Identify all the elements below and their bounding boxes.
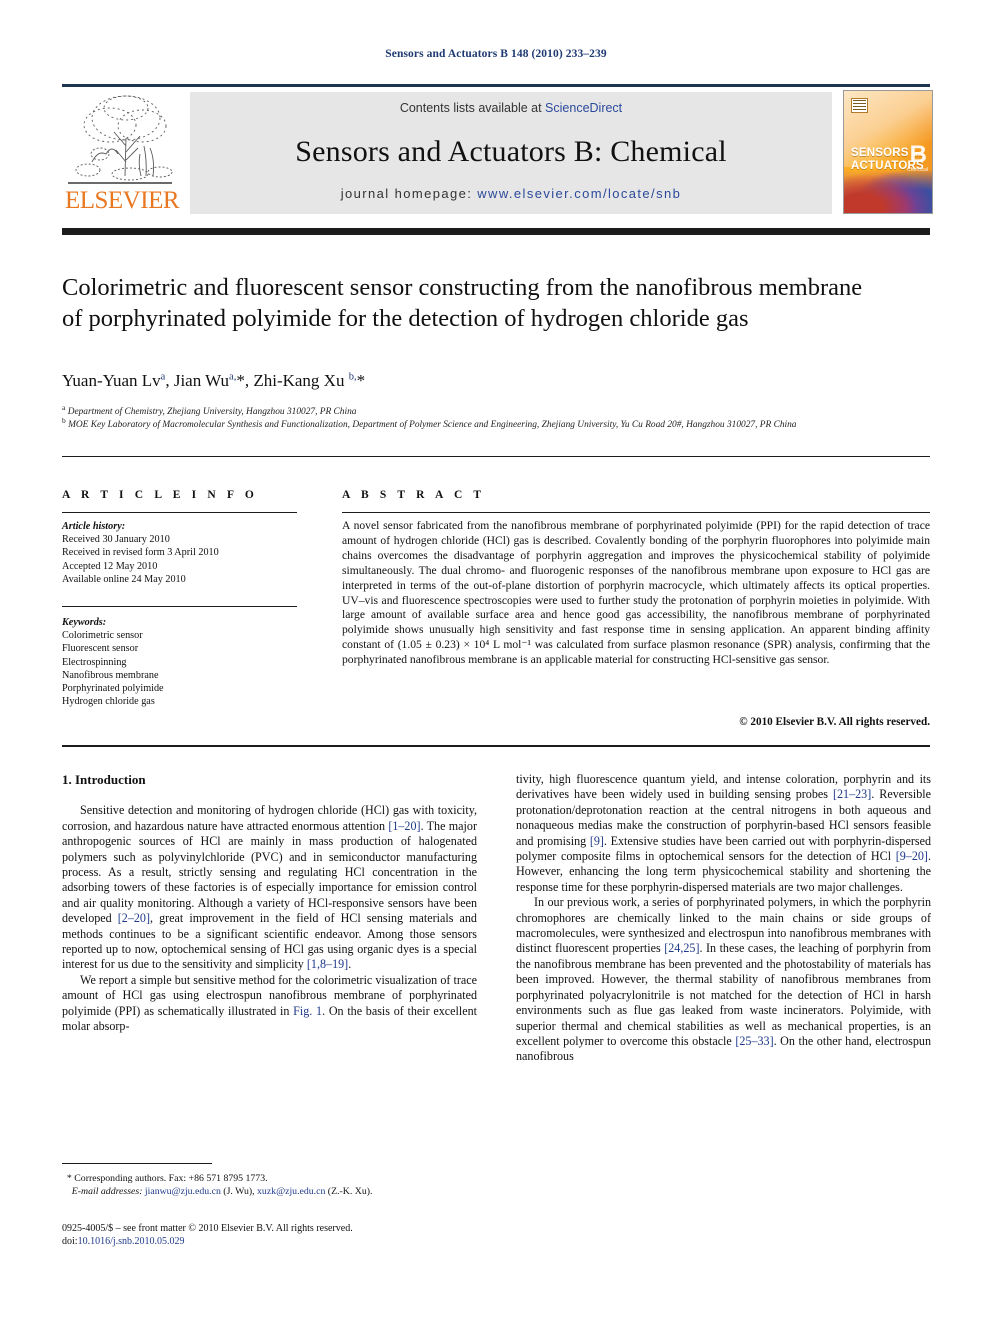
inline-reference[interactable]: [1,8–19] (307, 957, 348, 971)
footnote-rule (62, 1163, 212, 1164)
history-label: Article history: (62, 521, 126, 532)
keywords-rule (62, 606, 297, 607)
email-link[interactable]: xuzk@zju.edu.cn (257, 1186, 325, 1197)
inline-reference[interactable]: [9] (590, 834, 604, 848)
body-paragraph: We report a simple but sensitive method … (62, 972, 477, 1034)
body-paragraph: tivity, high fluorescence quantum yield,… (516, 772, 931, 894)
homepage-label: journal homepage: (340, 186, 478, 201)
author-list: Yuan-Yuan Lva, Jian Wua,*, Zhi-Kang Xu b… (62, 371, 366, 390)
inline-reference[interactable]: [2–20] (118, 911, 150, 925)
left-paragraphs: Sensitive detection and monitoring of hy… (62, 803, 477, 1034)
keywords-block: Keywords: Colorimetric sensor Fluorescent … (62, 616, 307, 708)
keyword-item: Nanofibrous membrane (62, 669, 159, 681)
inline-reference[interactable]: [24,25] (664, 941, 699, 955)
article-info-rule (62, 512, 297, 513)
elsevier-wordmark: ELSEVIER (64, 187, 180, 214)
cover-series-sublabel: Chemical (907, 167, 928, 173)
logo-baseline (68, 182, 172, 184)
paper-page: Sensors and Actuators B 148 (2010) 233–2… (0, 0, 992, 1323)
authors-divider (62, 456, 930, 457)
footnote-marker: * (66, 1173, 72, 1184)
doi-link[interactable]: 10.1016/j.snb.2010.05.029 (78, 1236, 185, 1247)
keyword-item: Hydrogen chloride gas (62, 696, 155, 708)
inline-reference[interactable]: [9–20] (896, 849, 928, 863)
email-label: E-mail addresses: (71, 1186, 143, 1197)
sciencedirect-link[interactable]: ScienceDirect (545, 101, 622, 115)
homepage-url-link[interactable]: www.elsevier.com/locate/snb (477, 186, 681, 201)
history-item: Received 30 January 2010 (62, 534, 170, 546)
keyword-item: Electrospinning (62, 656, 127, 668)
body-column-left: 1. Introduction Sensitive detection and … (62, 772, 477, 1035)
header-bottom-rule (62, 228, 930, 235)
contents-available-line: Contents lists available at ScienceDirec… (190, 101, 832, 115)
affil-marker-b: b (62, 416, 66, 425)
journal-title: Sensors and Actuators B: Chemical (295, 135, 727, 168)
abstract-copyright: © 2010 Elsevier B.V. All rights reserved… (739, 716, 930, 728)
email-note: E-mail addresses: jianwu@zju.edu.cn (J. … (71, 1186, 373, 1197)
section-heading-introduction: 1. Introduction (62, 772, 146, 787)
footnote-block: * Corresponding authors. Fax: +86 571 87… (62, 1172, 482, 1198)
cover-chip-icon (851, 98, 868, 113)
affil-marker-a: a (62, 403, 66, 412)
issn-doi-block: 0925-4005/$ – see front matter © 2010 El… (62, 1222, 492, 1248)
body-paragraph: Sensitive detection and monitoring of hy… (62, 803, 477, 972)
elsevier-logo: ELSEVIER (62, 92, 182, 214)
history-item: Accepted 12 May 2010 (62, 560, 158, 572)
header-top-rule (62, 84, 930, 87)
keyword-item: Fluorescent sensor (62, 643, 139, 655)
article-info-heading: A R T I C L E I N F O (62, 489, 258, 501)
inline-reference[interactable]: [1–20] (388, 819, 420, 833)
doi-line: doi:10.1016/j.snb.2010.05.029 (62, 1236, 185, 1247)
elsevier-tree-icon (70, 92, 174, 184)
keyword-item: Colorimetric sensor (62, 630, 143, 642)
journal-homepage-line: journal homepage: www.elsevier.com/locat… (190, 186, 832, 201)
right-paragraphs: tivity, high fluorescence quantum yield,… (516, 772, 931, 1065)
article-history-block: Article history: Received 30 January 2010… (62, 520, 307, 586)
abstract-bottom-rule (62, 745, 930, 747)
cover-series-letter: B (909, 141, 927, 168)
email-link[interactable]: jianwu@zju.edu.cn (145, 1186, 221, 1197)
body-column-right: tivity, high fluorescence quantum yield,… (516, 772, 931, 1065)
history-item: Received in revised form 3 April 2010 (62, 547, 219, 559)
keywords-label: Keywords: (62, 617, 107, 628)
inline-reference[interactable]: [25–33] (735, 1034, 773, 1048)
cover-line1-text: SENSORS (851, 147, 909, 159)
abstract-text: A novel sensor fabricated from the nanof… (342, 519, 930, 667)
body-paragraph: In our previous work, a series of porphy… (516, 895, 931, 1064)
inline-reference[interactable]: [21–23] (833, 787, 871, 801)
running-head: Sensors and Actuators B 148 (2010) 233–2… (385, 48, 607, 60)
issn-line: 0925-4005/$ – see front matter © 2010 El… (62, 1223, 353, 1234)
contents-prefix: Contents lists available at (399, 101, 546, 115)
inline-reference[interactable]: Fig. 1 (293, 1004, 322, 1018)
page-title: Colorimetric and fluorescent sensor cons… (62, 274, 863, 332)
corresponding-author-note: * Corresponding authors. Fax: +86 571 87… (66, 1173, 268, 1184)
history-item: Available online 24 May 2010 (62, 573, 186, 585)
abstract-heading: A B S T R A C T (342, 489, 486, 501)
affiliation-b: b MOE Key Laboratory of Macromolecular S… (62, 416, 797, 431)
keyword-item: Porphyrinated polyimide (62, 683, 164, 695)
abstract-rule (342, 512, 930, 513)
journal-cover-thumbnail: SENSORS and ACTUATORS B Chemical (843, 90, 933, 214)
